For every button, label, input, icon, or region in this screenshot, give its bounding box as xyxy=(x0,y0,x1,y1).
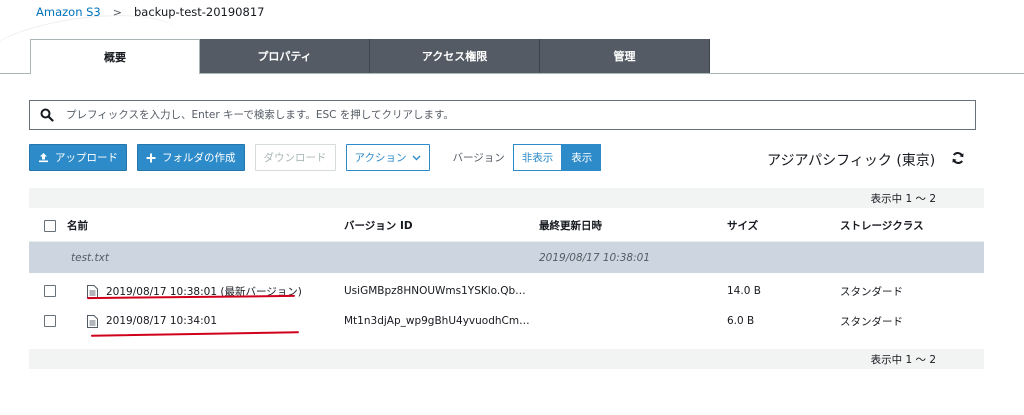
row-checkbox[interactable] xyxy=(44,315,56,327)
objects-table: 名前 バージョン ID 最終更新日時 サイズ ストレージクラス test.txt… xyxy=(29,210,984,336)
column-last-modified[interactable]: 最終更新日時 xyxy=(539,218,727,233)
upload-icon xyxy=(39,153,48,163)
create-folder-button[interactable]: フォルダの作成 xyxy=(137,144,245,171)
column-storage-class[interactable]: ストレージクラス xyxy=(840,218,984,233)
column-name[interactable]: 名前 xyxy=(62,218,344,233)
search-input[interactable] xyxy=(66,109,946,121)
tab-permissions[interactable]: アクセス権限 xyxy=(370,39,540,73)
storage-class: スタンダード xyxy=(840,315,903,328)
file-icon xyxy=(87,284,98,298)
version-show-button[interactable]: 表示 xyxy=(562,144,602,171)
tab-management[interactable]: 管理 xyxy=(540,39,710,73)
select-all-cell xyxy=(29,219,62,232)
breadcrumb: Amazon S3 > backup-test-20190817 xyxy=(36,5,264,19)
version-hide-button[interactable]: 非表示 xyxy=(512,144,563,171)
upload-button[interactable]: アップロード xyxy=(29,144,127,171)
breadcrumb-current: backup-test-20190817 xyxy=(133,5,265,19)
storage-class: スタンダード xyxy=(840,285,903,298)
actions-dropdown[interactable]: アクション xyxy=(345,144,431,171)
tab-overview[interactable]: 概要 xyxy=(30,39,200,74)
search-bar xyxy=(29,100,976,130)
object-name[interactable]: test.txt xyxy=(62,252,344,264)
pagination-bottom: 表示中 1 ～ 2 xyxy=(29,349,984,369)
select-all-checkbox[interactable] xyxy=(44,219,56,232)
search-icon xyxy=(40,108,54,122)
breadcrumb-root-link[interactable]: Amazon S3 xyxy=(36,5,101,19)
object-last-modified: 2019/08/17 10:38:01 xyxy=(539,251,651,264)
table-header: 名前 バージョン ID 最終更新日時 サイズ ストレージクラス xyxy=(29,210,984,242)
object-group-row[interactable]: test.txt 2019/08/17 10:38:01 xyxy=(29,242,984,273)
create-folder-button-label: フォルダの作成 xyxy=(162,152,236,164)
version-link[interactable]: 2019/08/17 10:34:01 xyxy=(106,315,217,327)
chevron-down-icon xyxy=(412,155,421,160)
download-button[interactable]: ダウンロード xyxy=(254,144,336,171)
tab-properties[interactable]: プロパティ xyxy=(200,39,370,73)
version-toggle-label: バージョン xyxy=(452,152,505,164)
table-row[interactable]: 2019/08/17 10:34:01 Mt1n3djAp_wp9gBhU4yv… xyxy=(29,306,984,336)
pagination-top: 表示中 1 ～ 2 xyxy=(29,188,984,208)
object-size: 6.0 B xyxy=(727,315,755,327)
toolbar: アップロード フォルダの作成 ダウンロード アクション バージョン 非表示 表示 xyxy=(29,144,602,171)
version-id: UsiGMBpz8HNOUWms1YSKlo.Qb… xyxy=(344,285,526,297)
pagination-status: 表示中 1 ～ 2 xyxy=(870,353,936,366)
row-checkbox[interactable] xyxy=(44,285,56,297)
file-icon xyxy=(87,314,98,328)
object-size: 14.0 B xyxy=(727,285,761,297)
column-version-id[interactable]: バージョン ID xyxy=(344,218,539,233)
tab-bar: 概要 プロパティ アクセス権限 管理 xyxy=(30,39,710,74)
table-row[interactable]: 2019/08/17 10:38:01 (最新バージョン) UsiGMBpz8H… xyxy=(29,276,984,306)
column-size[interactable]: サイズ xyxy=(727,218,840,233)
pagination-status: 表示中 1 ～ 2 xyxy=(870,192,936,205)
plus-icon xyxy=(146,153,156,162)
region-label: アジアパシフィック (東京) xyxy=(767,153,936,169)
version-toggle: 非表示 表示 xyxy=(512,144,602,171)
version-id: Mt1n3djAp_wp9gBhU4yvuodhCm… xyxy=(344,315,530,327)
active-tab-connector xyxy=(31,72,199,74)
refresh-icon[interactable] xyxy=(951,151,965,165)
upload-button-label: アップロード xyxy=(55,152,118,164)
actions-dropdown-label: アクション xyxy=(354,152,407,164)
breadcrumb-separator: > xyxy=(112,5,122,19)
